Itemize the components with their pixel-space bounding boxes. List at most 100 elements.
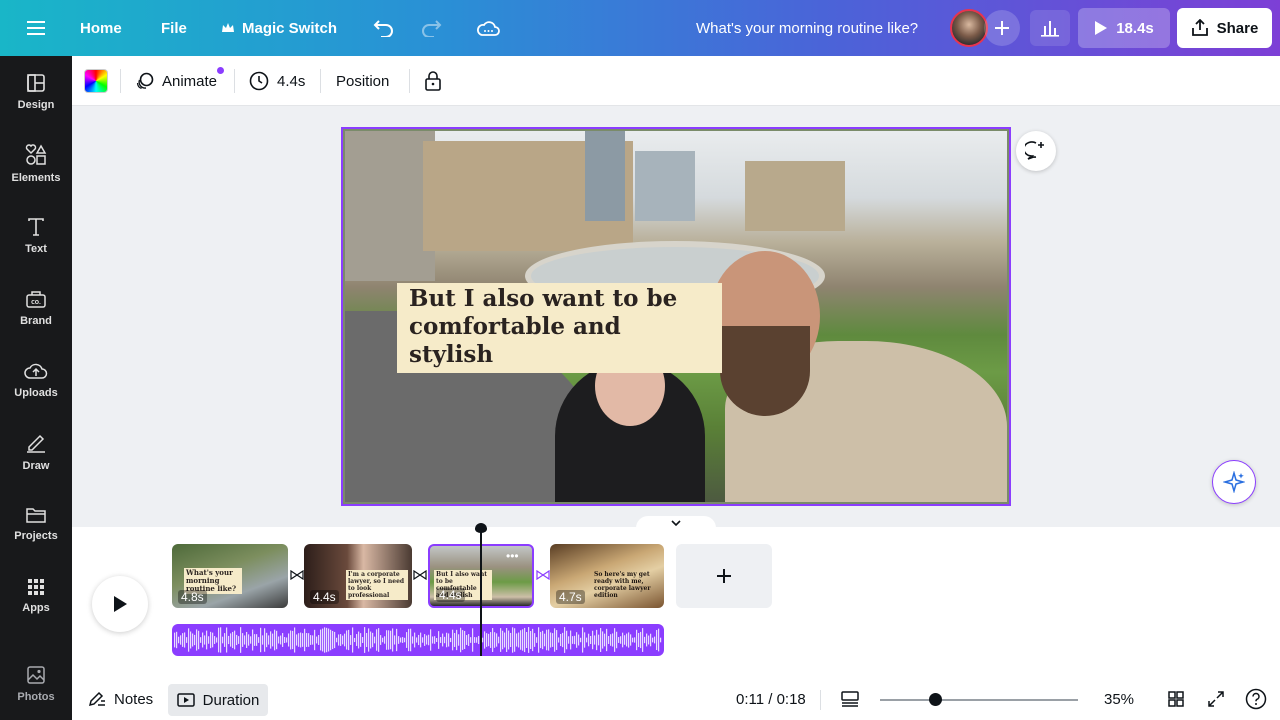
clip-duration: 4.4s xyxy=(436,588,465,602)
magic-switch-label: Magic Switch xyxy=(242,19,338,37)
transition-icon[interactable] xyxy=(413,568,427,582)
cloud-save-icon[interactable] xyxy=(472,12,504,44)
timeline-play-button[interactable] xyxy=(92,576,148,632)
chevron-down-icon xyxy=(671,519,681,526)
timeline-clip-1[interactable]: What's your morning routine like? 4.8s xyxy=(172,544,288,608)
elements-icon xyxy=(25,144,47,165)
svg-text:CO.: CO. xyxy=(31,300,41,306)
timeline-clip-4[interactable]: So here's my get ready with me, corporat… xyxy=(550,544,664,608)
caption-line-1: But I also want to be xyxy=(409,285,678,312)
duration-button[interactable]: 4.4s xyxy=(249,56,305,106)
time-readout: 0:11 / 0:18 xyxy=(736,690,806,708)
notes-label: Notes xyxy=(114,690,154,708)
animate-indicator-dot xyxy=(217,67,224,74)
sidebar-item-draw[interactable]: Draw xyxy=(0,416,72,488)
plus-icon xyxy=(995,21,1009,35)
page-view-icon[interactable] xyxy=(840,678,860,720)
brand-icon: CO. xyxy=(26,291,46,308)
grid-view-icon[interactable] xyxy=(1167,678,1185,720)
context-toolbar: Animate 4.4s Position xyxy=(72,56,1280,106)
share-label: Share xyxy=(1216,19,1259,37)
plus-icon xyxy=(717,569,731,583)
animate-icon xyxy=(136,72,154,90)
home-button[interactable]: Home xyxy=(80,0,122,56)
transition-icon[interactable] xyxy=(290,568,304,582)
sidebar-item-brand[interactable]: CO. Brand xyxy=(0,272,72,344)
add-page-button[interactable] xyxy=(676,544,772,608)
apps-icon xyxy=(28,579,44,595)
audio-waveform xyxy=(174,627,662,653)
clip-caption: So here's my get ready with me, corporat… xyxy=(594,571,651,599)
magic-switch-button[interactable]: Magic Switch xyxy=(221,0,337,56)
position-button[interactable]: Position xyxy=(336,56,389,106)
insights-button[interactable] xyxy=(1030,10,1070,46)
clip-duration: 4.7s xyxy=(556,590,585,604)
duration-toggle-button[interactable]: Duration xyxy=(168,684,268,716)
caption-text[interactable]: But I also want to be comfortable and st… xyxy=(397,283,722,373)
comment-plus-icon xyxy=(1025,141,1044,160)
toolbar-divider xyxy=(409,69,410,93)
upload-icon xyxy=(24,363,48,379)
play-icon xyxy=(1095,21,1108,35)
zoom-slider-track[interactable] xyxy=(880,699,1078,701)
sidebar-item-projects[interactable]: Projects xyxy=(0,488,72,560)
sidebar-item-design[interactable]: Design xyxy=(0,56,72,128)
sidebar-item-uploads[interactable]: Uploads xyxy=(0,344,72,416)
playhead-handle[interactable] xyxy=(475,523,487,533)
animate-label: Animate xyxy=(162,72,218,90)
footer-divider xyxy=(820,690,821,710)
transition-icon[interactable] xyxy=(536,568,550,582)
playhead[interactable] xyxy=(480,530,482,656)
animate-button[interactable]: Animate xyxy=(136,56,217,106)
sidebar-item-text[interactable]: Text xyxy=(0,200,72,272)
present-duration: 18.4s xyxy=(1116,19,1154,37)
present-button[interactable]: 18.4s xyxy=(1078,8,1170,48)
audio-track[interactable] xyxy=(172,624,664,656)
more-options-icon[interactable]: ••• xyxy=(506,550,524,562)
collapse-timeline-button[interactable] xyxy=(636,516,716,530)
play-icon xyxy=(114,596,127,612)
duration-icon xyxy=(176,693,195,707)
redo-icon[interactable] xyxy=(415,12,447,44)
folder-icon xyxy=(26,508,46,523)
sparkle-icon xyxy=(1223,471,1245,493)
add-collaborator-button[interactable] xyxy=(984,10,1020,46)
crown-icon xyxy=(222,23,234,32)
clock-icon xyxy=(249,71,269,91)
share-button[interactable]: Share xyxy=(1177,8,1272,48)
design-icon xyxy=(27,74,45,92)
notes-icon xyxy=(88,691,105,707)
sidebar-item-apps[interactable]: Apps xyxy=(0,560,72,632)
help-icon[interactable] xyxy=(1245,678,1267,720)
toolbar-divider xyxy=(234,69,235,93)
color-swatch[interactable] xyxy=(84,69,108,93)
clip-caption: I'm a corporate lawyer, so I need to loo… xyxy=(346,570,408,600)
caption-line-2: comfortable and stylish xyxy=(409,313,621,368)
duration-label: 4.4s xyxy=(277,72,306,90)
duration-toggle-label: Duration xyxy=(202,691,260,709)
zoom-level[interactable]: 35% xyxy=(1104,678,1134,720)
magic-assistant-button[interactable] xyxy=(1212,460,1256,504)
document-title[interactable]: What's your morning routine like? xyxy=(696,0,918,56)
sidebar: Design Elements Text CO. Brand Uploads D… xyxy=(0,56,72,720)
clip-duration: 4.4s xyxy=(310,590,339,604)
toolbar-divider xyxy=(320,69,321,93)
sidebar-item-photos[interactable]: Photos xyxy=(0,648,72,720)
clip-duration: 4.8s xyxy=(178,590,207,604)
file-menu[interactable]: File xyxy=(161,0,187,56)
toolbar-divider xyxy=(120,69,121,93)
avatar[interactable] xyxy=(950,9,988,47)
sidebar-item-elements[interactable]: Elements xyxy=(0,128,72,200)
draw-icon xyxy=(27,434,45,453)
undo-icon[interactable] xyxy=(368,12,400,44)
fullscreen-icon[interactable] xyxy=(1207,678,1225,720)
top-bar: Home File Magic Switch What's your morni… xyxy=(0,0,1280,56)
menu-icon[interactable] xyxy=(16,14,56,42)
timeline-clip-2[interactable]: I'm a corporate lawyer, so I need to loo… xyxy=(304,544,412,608)
notes-button[interactable]: Notes xyxy=(88,678,153,720)
add-comment-button[interactable] xyxy=(1016,131,1056,171)
share-icon xyxy=(1191,19,1208,36)
lock-icon[interactable] xyxy=(424,56,442,106)
bar-chart-icon xyxy=(1041,21,1059,37)
photo-icon xyxy=(27,666,45,684)
